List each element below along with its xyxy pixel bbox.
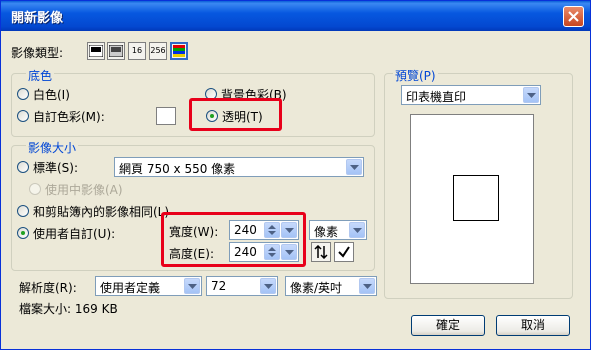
ok-button[interactable]: 確定	[411, 315, 485, 336]
resolution-value: 72	[211, 279, 227, 293]
file-size-text: 檔案大小: 169 KB	[19, 302, 118, 316]
clipboard-size-radio[interactable]	[17, 205, 29, 217]
cancel-button[interactable]: 取消	[496, 315, 570, 336]
type-16-color-button[interactable]: 16	[128, 42, 146, 60]
swap-dimensions-button[interactable]	[311, 242, 331, 262]
chevron-down-icon	[188, 284, 197, 289]
grayscale-image-icon	[108, 44, 124, 58]
dialog-title: 開新影像	[11, 11, 64, 26]
resolution-unit-dropdown[interactable]	[359, 278, 375, 294]
close-button[interactable]	[563, 6, 584, 27]
size-highlight	[161, 212, 306, 267]
type-bw-button[interactable]	[87, 42, 105, 60]
type-true-color-button[interactable]	[170, 42, 188, 60]
unit-select[interactable]: 像素	[309, 220, 367, 240]
standard-size-select[interactable]: 網頁 750 x 550 像素	[114, 157, 364, 177]
type-256-color-button[interactable]: 256	[149, 42, 167, 60]
resolution-mode-dropdown[interactable]	[184, 278, 200, 294]
true-color-icon	[173, 45, 185, 57]
resolution-mode-value: 使用者定義	[100, 281, 161, 295]
custom-color-label[interactable]: 自訂色彩(M):	[33, 108, 105, 125]
chevron-down-icon	[264, 284, 273, 289]
preview-mode-select[interactable]: 印表機直印	[401, 85, 541, 105]
close-icon	[568, 11, 579, 22]
chevron-down-icon	[353, 228, 362, 233]
standard-size-dropdown[interactable]	[346, 159, 362, 175]
unit-value: 像素	[314, 225, 339, 239]
bw-image-icon	[88, 44, 104, 58]
title-bar[interactable]: 開新影像	[1, 1, 590, 31]
keep-ratio-checkbox[interactable]	[334, 242, 354, 262]
preview-group-title: 預覽(P)	[393, 67, 438, 84]
white-label[interactable]: 白色(I)	[33, 86, 70, 103]
active-image-radio[interactable]	[29, 183, 41, 195]
background-group-title: 底色	[26, 67, 55, 84]
white-radio[interactable]	[17, 88, 29, 100]
custom-color-swatch[interactable]	[156, 107, 176, 125]
user-defined-radio[interactable]	[17, 227, 29, 239]
chevron-down-icon	[363, 284, 372, 289]
resolution-value-dropdown[interactable]	[260, 278, 276, 294]
standard-size-value: 網頁 750 x 550 像素	[119, 162, 236, 176]
resolution-unit-value: 像素/英吋	[290, 281, 343, 295]
resolution-unit-select[interactable]: 像素/英吋	[285, 276, 377, 296]
resolution-value-select[interactable]: 72	[206, 276, 278, 296]
image-type-label: 影像類型:	[11, 46, 64, 60]
type-grayscale-button[interactable]	[107, 42, 125, 60]
active-image-label[interactable]: 使用中影像(A)	[45, 181, 123, 198]
image-size-group-title: 影像大小	[26, 139, 79, 156]
preview-page	[410, 114, 534, 284]
standard-label[interactable]: 標準(S):	[33, 159, 78, 176]
custom-color-radio[interactable]	[17, 110, 29, 122]
preview-image-outline	[453, 175, 499, 221]
preview-mode-value: 印表機直印	[406, 90, 467, 104]
resolution-label: 解析度(R):	[19, 281, 77, 295]
resolution-mode-select[interactable]: 使用者定義	[95, 276, 202, 296]
unit-dropdown[interactable]	[349, 222, 365, 238]
user-defined-label[interactable]: 使用者自訂(U):	[33, 225, 115, 242]
standard-radio[interactable]	[17, 161, 29, 173]
clipboard-size-label[interactable]: 和剪貼簿內的影像相同(L)	[33, 203, 169, 220]
new-image-dialog: 開新影像 影像類型: 16 256 底色 白色(I) 背景色彩(B) 自訂色彩(…	[0, 0, 591, 350]
swap-arrows-icon	[314, 245, 328, 259]
transparent-highlight	[189, 98, 282, 131]
preview-mode-dropdown[interactable]	[523, 87, 539, 103]
chevron-down-icon	[350, 165, 359, 170]
chevron-down-icon	[527, 93, 536, 98]
check-icon	[338, 246, 350, 258]
